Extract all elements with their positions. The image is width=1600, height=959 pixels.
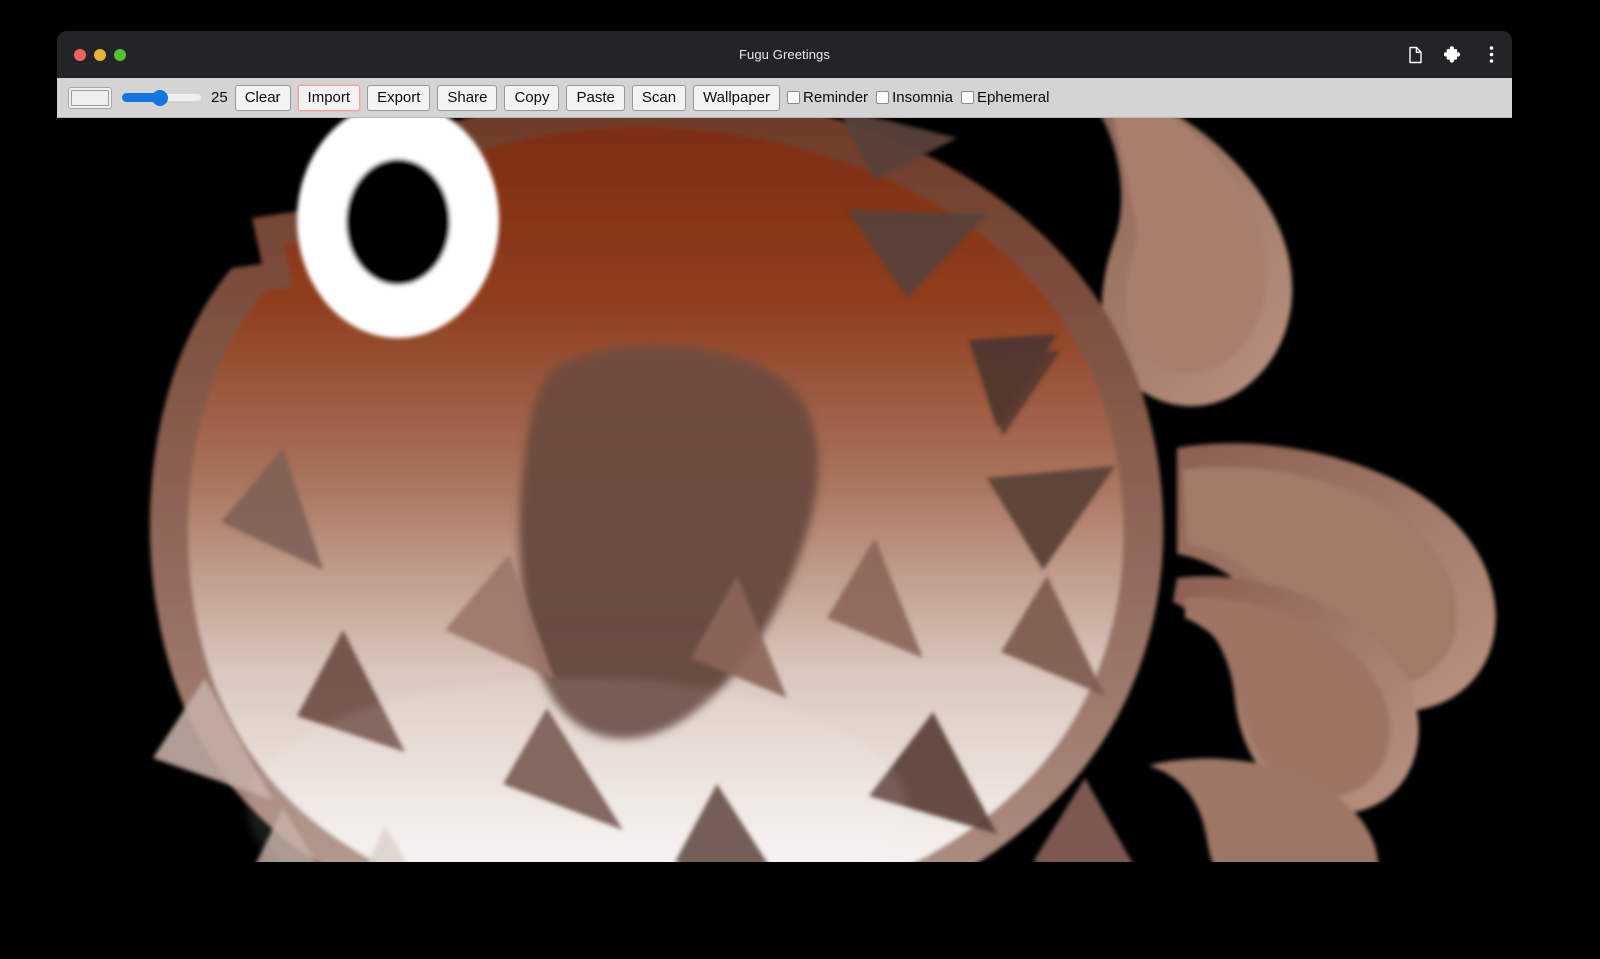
- paste-button[interactable]: Paste: [566, 85, 624, 111]
- insomnia-checkbox[interactable]: Insomnia: [876, 89, 953, 106]
- slider-thumb[interactable]: [152, 90, 168, 106]
- three-dots-vertical-icon[interactable]: [1480, 43, 1502, 67]
- minimize-button[interactable]: [94, 49, 106, 61]
- insomnia-checkbox-label: Insomnia: [892, 89, 953, 106]
- window-title: Fugu Greetings: [57, 31, 1512, 78]
- window-actions: [1404, 31, 1502, 78]
- blowfish-artwork: [57, 118, 1512, 862]
- clear-button[interactable]: Clear: [235, 85, 291, 111]
- puzzle-piece-icon[interactable]: [1442, 43, 1464, 67]
- color-swatch-inner: [71, 90, 109, 106]
- reminder-checkbox-label: Reminder: [803, 89, 868, 106]
- screen: Fugu Greetings: [0, 0, 1600, 959]
- document-icon[interactable]: [1404, 43, 1426, 67]
- export-button[interactable]: Export: [367, 85, 430, 111]
- slider-value-label: 25: [211, 89, 228, 106]
- scan-button[interactable]: Scan: [632, 85, 686, 111]
- drawing-canvas[interactable]: [57, 118, 1512, 862]
- wallpaper-button[interactable]: Wallpaper: [693, 85, 780, 111]
- maximize-button[interactable]: [114, 49, 126, 61]
- copy-button[interactable]: Copy: [504, 85, 559, 111]
- reminder-checkbox-box[interactable]: [787, 91, 800, 104]
- import-button[interactable]: Import: [298, 85, 361, 111]
- ephemeral-checkbox[interactable]: Ephemeral: [961, 89, 1050, 106]
- color-picker[interactable]: [68, 87, 112, 109]
- ephemeral-checkbox-label: Ephemeral: [977, 89, 1050, 106]
- close-button[interactable]: [74, 49, 86, 61]
- app-toolbar: 25 Clear Import Export Share Copy Paste …: [57, 78, 1512, 118]
- reminder-checkbox[interactable]: Reminder: [787, 89, 868, 106]
- browser-window: Fugu Greetings: [57, 31, 1512, 863]
- line-width-slider[interactable]: [122, 88, 202, 108]
- insomnia-checkbox-box[interactable]: [876, 91, 889, 104]
- title-bar: Fugu Greetings: [57, 31, 1512, 78]
- ephemeral-checkbox-box[interactable]: [961, 91, 974, 104]
- traffic-lights: [74, 31, 126, 78]
- share-button[interactable]: Share: [437, 85, 497, 111]
